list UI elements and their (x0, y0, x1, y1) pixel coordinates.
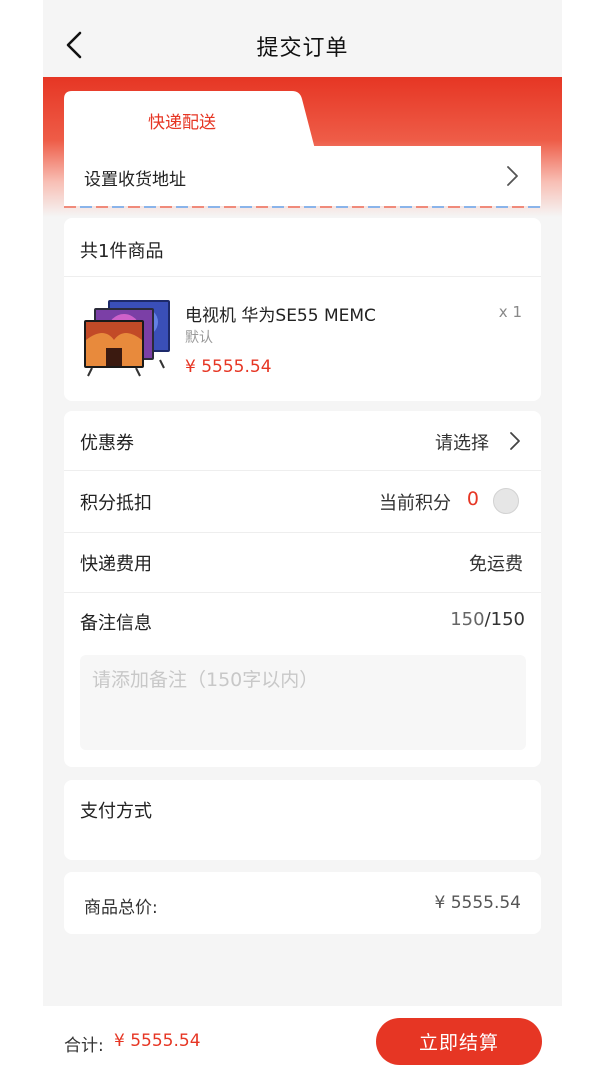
current-points-value: 0 (466, 488, 479, 510)
current-points-label: 当前积分 (379, 493, 451, 514)
sum-label: 合计: (64, 1036, 104, 1056)
points-toggle[interactable] (493, 488, 519, 514)
divider (64, 276, 541, 277)
payment-method-card[interactable]: 支付方式 (64, 780, 541, 860)
shipping-row: 快递费用 免运费 (64, 532, 541, 592)
goods-total-value: ¥ 5555.54 (434, 893, 521, 913)
note-count-max: 150 (490, 609, 525, 630)
address-selector[interactable]: 设置收货地址 (64, 146, 541, 206)
address-prompt: 设置收货地址 (84, 170, 186, 190)
shipping-value: 免运费 (469, 554, 523, 575)
product-quantity: x 1 (498, 303, 522, 321)
checkout-bar: 合计: ¥ 5555.54 立即结算 (43, 1006, 562, 1080)
tv-product-image[interactable] (84, 296, 172, 380)
coupon-row[interactable]: 优惠券 请选择 (64, 411, 541, 471)
goods-count: 共1件商品 (80, 241, 164, 262)
order-page: 提交订单 快递配送 设置收货地址 共1件商品 电视机 华为SE55 MEMC x… (43, 0, 562, 1080)
goods-card: 共1件商品 电视机 华为SE55 MEMC x 1 默认 ¥ 5555.54 (64, 218, 541, 401)
goods-total-label: 商品总价: (84, 898, 158, 918)
payment-method-label: 支付方式 (80, 801, 152, 822)
sum-value: ¥ 5555.54 (114, 1031, 201, 1051)
chevron-right-icon (510, 432, 520, 450)
envelope-border-stripe (64, 206, 540, 208)
product-price: ¥ 5555.54 (185, 357, 272, 377)
note-input[interactable] (80, 655, 526, 750)
order-options-card: 优惠券 请选择 积分抵扣 当前积分 0 快递费用 免运费 备注信息 150/15… (64, 411, 541, 767)
price-summary-card: 商品总价: ¥ 5555.54 (64, 872, 541, 934)
points-label: 积分抵扣 (80, 493, 152, 514)
product-name[interactable]: 电视机 华为SE55 MEMC (185, 301, 376, 326)
checkout-button[interactable]: 立即结算 (376, 1018, 542, 1065)
coupon-label: 优惠券 (80, 433, 134, 454)
shipping-label: 快递费用 (80, 554, 152, 575)
header: 提交订单 (43, 0, 562, 77)
points-row: 积分抵扣 当前积分 0 (64, 471, 541, 531)
product-spec: 默认 (185, 330, 213, 346)
tab-express-delivery[interactable]: 快递配送 (64, 108, 300, 133)
coupon-value: 请选择 (435, 433, 489, 454)
note-label: 备注信息 (80, 613, 152, 634)
page-title: 提交订单 (256, 36, 349, 61)
note-row: 备注信息 150/150 (64, 591, 541, 651)
note-char-count: 150/150 (450, 609, 525, 630)
chevron-right-icon (507, 166, 518, 186)
note-count-used: 150 (450, 609, 485, 630)
